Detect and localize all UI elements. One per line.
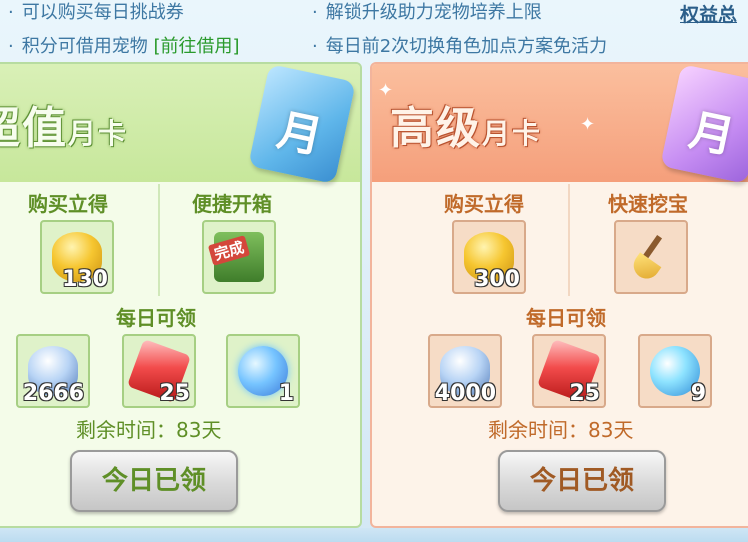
remaining-time: 剩余时间：83天 — [488, 418, 634, 442]
premium-monthly-card: ✦ ✦ 高级月卡 月 购买立得 快速挖宝 300 每日可领 4000 25 9 … — [370, 62, 748, 528]
monthly-card-book-icon: 月 — [660, 64, 748, 185]
instant-reward-label: 购买立得 — [444, 192, 524, 216]
item-quantity: 25 — [159, 381, 190, 406]
privilege-bullet-1: · 可以购买每日挑战券 — [8, 0, 184, 24]
privilege-text: 可以购买每日挑战券 — [21, 2, 184, 23]
book-char: 月 — [684, 104, 739, 164]
column-divider — [158, 184, 160, 296]
privilege-bullet-4: · 每日前2次切换角色加点方案免活力 — [312, 32, 607, 58]
feature-label: 便捷开箱 — [192, 192, 272, 216]
daily-item-slot[interactable]: 4000 — [428, 334, 502, 408]
privileges-header: · 可以购买每日挑战券 · 积分可借用宠物 [前往借用] · 解锁升级助力宠物培养上限… — [0, 0, 748, 60]
privilege-text: 每日前2次切换角色加点方案免活力 — [325, 36, 608, 57]
sparkle-icon: ✦ — [580, 114, 596, 135]
daily-item-slot[interactable]: 25 — [532, 334, 606, 408]
claimed-today-button[interactable]: 今日已领 — [498, 450, 666, 512]
card-title-main: 高级 — [390, 103, 482, 154]
item-quantity: 4000 — [434, 381, 496, 406]
feature-label: 快速挖宝 — [608, 192, 688, 216]
instant-reward-slot[interactable]: 130 — [40, 220, 114, 294]
column-divider — [568, 184, 570, 296]
instant-reward-label: 购买立得 — [28, 192, 108, 216]
card-header: ✦ ✦ 高级月卡 月 — [372, 64, 748, 185]
card-title-main: 超值 — [0, 103, 68, 154]
privilege-text: 积分可借用宠物 — [21, 36, 148, 57]
privilege-bullet-3: · 解锁升级助力宠物培养上限 — [312, 0, 542, 24]
card-title: 超值月卡 — [0, 92, 128, 156]
daily-item-slot[interactable]: 2666 — [16, 334, 90, 408]
value-monthly-card: 超值月卡 月 购买立得 便捷开箱 130 完成 每日可领 2666 25 1 剩… — [0, 62, 362, 528]
monthly-card-book-icon: 月 — [248, 64, 356, 185]
daily-item-slot[interactable]: 1 — [226, 334, 300, 408]
card-header: 超值月卡 月 — [0, 64, 360, 185]
rights-overview-link[interactable]: 权益总 — [680, 0, 737, 27]
bullet-dot: · — [8, 36, 14, 57]
daily-item-slot[interactable]: 25 — [122, 334, 196, 408]
remaining-time: 剩余时间：83天 — [76, 418, 222, 442]
bullet-dot: · — [312, 36, 318, 57]
daily-item-slot[interactable]: 9 — [638, 334, 712, 408]
feature-slot[interactable]: 完成 — [202, 220, 276, 294]
item-quantity: 2666 — [22, 381, 84, 406]
footer-strip — [0, 528, 748, 542]
privilege-bullet-2: · 积分可借用宠物 [前往借用] — [8, 32, 240, 58]
bullet-dot: · — [8, 2, 14, 23]
daily-claim-label: 每日可领 — [526, 306, 606, 330]
item-quantity: 25 — [569, 381, 600, 406]
daily-claim-label: 每日可领 — [116, 306, 196, 330]
card-title-small: 月卡 — [68, 117, 129, 150]
privilege-text: 解锁升级助力宠物培养上限 — [325, 2, 542, 23]
item-quantity: 9 — [690, 381, 706, 406]
item-quantity: 300 — [474, 267, 520, 292]
claimed-today-button[interactable]: 今日已领 — [70, 450, 238, 512]
item-quantity: 130 — [62, 267, 108, 292]
card-title-small: 月卡 — [482, 117, 543, 150]
book-char: 月 — [272, 104, 327, 164]
card-title: 高级月卡 — [390, 92, 542, 156]
instant-reward-slot[interactable]: 300 — [452, 220, 526, 294]
feature-slot[interactable] — [614, 220, 688, 294]
bullet-dot: · — [312, 2, 318, 23]
golden-shovel-icon — [626, 232, 676, 282]
item-quantity: 1 — [278, 381, 294, 406]
borrow-pet-link[interactable]: [前往借用] — [153, 36, 239, 57]
